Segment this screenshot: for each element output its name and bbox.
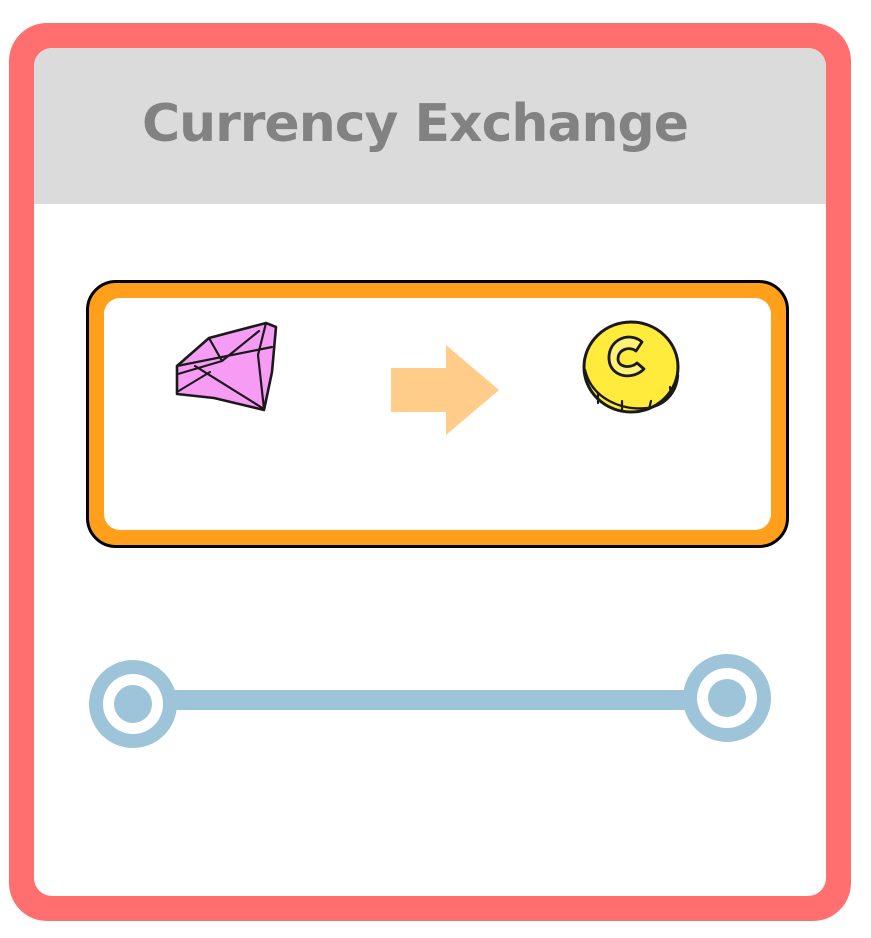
slider-handle-max[interactable] — [683, 654, 771, 742]
dialog-header: Currency Exchange — [34, 48, 826, 204]
slider-handle-min[interactable] — [89, 660, 177, 748]
amount-slider[interactable] — [88, 652, 774, 748]
arrow-right-icon — [391, 345, 499, 435]
slider-track — [128, 690, 728, 710]
coin-icon — [582, 320, 680, 414]
gem-icon — [175, 321, 278, 412]
dialog-title: Currency Exchange — [141, 94, 689, 154]
